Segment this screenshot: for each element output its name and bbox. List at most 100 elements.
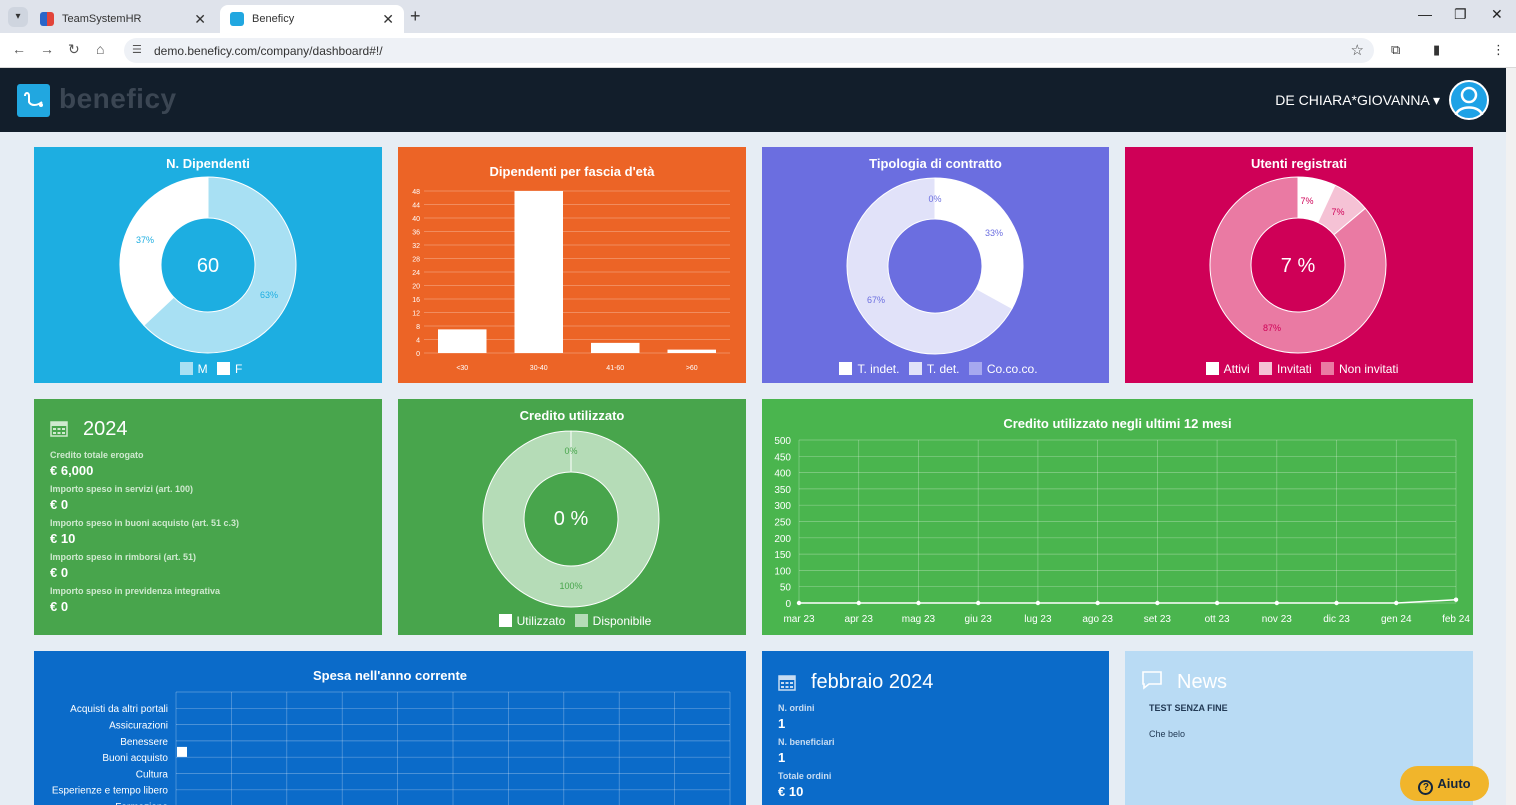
donut-slice-m[interactable]: [119, 176, 209, 326]
tab-search-button[interactable]: ▾: [8, 7, 28, 27]
x-tick-label: dic 23: [1323, 614, 1350, 625]
stat-label: Importo speso in rimborsi (art. 51): [50, 552, 197, 562]
page-scrollbar[interactable]: [1506, 68, 1516, 805]
slice-label: 7%: [1331, 207, 1344, 217]
stat-label: N. ordini: [778, 703, 815, 713]
year-title: 2024: [83, 418, 128, 440]
stat-value: € 0: [50, 599, 69, 614]
category-label: Esperienze e tempo libero: [52, 786, 169, 797]
slice-label: 0%: [564, 446, 577, 456]
bar[interactable]: [177, 746, 187, 757]
category-label: Cultura: [136, 769, 169, 780]
stat-label: Importo speso in previdenza integrativa: [50, 586, 221, 596]
legend-swatch: [1321, 362, 1334, 375]
data-point[interactable]: [856, 600, 861, 606]
legend-swatch: [1258, 362, 1272, 375]
back-icon[interactable]: ←: [12, 41, 26, 57]
bar[interactable]: [438, 329, 487, 353]
data-point[interactable]: [1334, 600, 1339, 606]
extensions-icon[interactable]: ⧉: [1391, 42, 1400, 58]
line-chart-credito: 0 50 100 150 200 250 300 350 400 450 500 mar 23 apr …: [774, 436, 1470, 625]
legend: T. indet. T. det. Co.co.co.: [762, 362, 1109, 376]
forward-icon[interactable]: →: [40, 41, 54, 57]
donut-dipendenti: 60 37% 63%: [119, 176, 297, 354]
user-menu[interactable]: DE CHIARA*GIOVANNA ▾: [1275, 92, 1440, 109]
restore-icon[interactable]: ❐: [1454, 6, 1467, 23]
x-tick-label: apr 23: [845, 614, 874, 625]
data-point[interactable]: [1214, 600, 1220, 606]
url-text: demo.beneficy.com/company/dashboard#!/: [154, 44, 383, 58]
y-tick-label: 300: [774, 501, 791, 512]
beneficy-logo-icon[interactable]: [17, 84, 50, 117]
data-point[interactable]: [1035, 600, 1041, 606]
help-label: Aiuto: [1437, 776, 1471, 791]
legend-swatch: [1205, 362, 1219, 375]
bar[interactable]: [591, 342, 640, 353]
site-info-icon[interactable]: ☰: [132, 43, 142, 56]
legend-swatch: [968, 362, 982, 375]
help-icon: ?: [1418, 780, 1434, 795]
close-tab-icon[interactable]: ✕: [194, 11, 206, 28]
card-contratto: Tipologia di contratto 0% 33% 67% T. ind…: [762, 147, 1109, 383]
legend-label: Co.co.co.: [986, 362, 1038, 376]
y-tick-label: 20: [412, 284, 420, 291]
x-tick-label: ago 23: [1082, 614, 1113, 625]
data-point[interactable]: [1394, 600, 1399, 606]
data-point[interactable]: [796, 600, 802, 606]
logo-text[interactable]: beneficy: [59, 83, 177, 115]
category-label: Buoni acquisto: [102, 753, 168, 764]
address-bar: ← → ↻ ⌂ ☰ demo.beneficy.com/company/dash…: [0, 33, 1516, 90]
legend-label: T. det.: [926, 362, 960, 376]
category-label: Acquisti da altri portali: [70, 704, 168, 715]
reload-icon[interactable]: ↻: [68, 41, 80, 58]
url-field[interactable]: ☰ demo.beneficy.com/company/dashboard#!/…: [124, 38, 1374, 63]
y-tick-label: 8: [416, 324, 420, 331]
new-tab-button[interactable]: +: [410, 6, 421, 27]
browser-tabbar: ▾ TeamSystemHR ✕ Beneficy ✕ + — ❐ ✕: [0, 0, 1516, 33]
news-headline[interactable]: TEST SENZA FINE: [1149, 703, 1228, 713]
sidebar-icon[interactable]: ▮: [1433, 42, 1440, 58]
y-tick-label: 16: [412, 297, 420, 304]
x-tick-label: mar 23: [783, 614, 815, 625]
legend-label: Attivi: [1223, 362, 1250, 376]
calendar-icon: [50, 419, 68, 442]
avatar[interactable]: [1449, 80, 1489, 120]
calendar-icon: [778, 673, 796, 696]
app-header: beneficy DE CHIARA*GIOVANNA ▾: [0, 68, 1506, 132]
tab-beneficy[interactable]: Beneficy ✕: [220, 5, 404, 33]
x-tick-label: 30-40: [530, 365, 548, 372]
x-tick-label: set 23: [1144, 614, 1172, 625]
home-icon[interactable]: ⌂: [96, 41, 104, 57]
data-point[interactable]: [1095, 600, 1100, 606]
minimize-icon[interactable]: —: [1418, 6, 1432, 22]
donut-slice-tdet[interactable]: [934, 177, 1024, 310]
bar[interactable]: [514, 191, 564, 353]
y-tick-label: 500: [774, 436, 791, 447]
stat-label: N. beneficiari: [778, 737, 835, 747]
data-point[interactable]: [1155, 600, 1160, 606]
y-tick-label: 12: [412, 311, 420, 318]
slice-label: 33%: [985, 228, 1003, 238]
teamsystem-favicon: [40, 12, 54, 26]
data-point[interactable]: [916, 600, 921, 606]
y-tick-label: 32: [412, 243, 420, 250]
y-tick-label: 24: [412, 270, 420, 277]
news-title: News: [1177, 671, 1228, 693]
x-tick-label: 41-60: [606, 365, 624, 372]
legend-swatch: [908, 362, 922, 375]
data-point[interactable]: [1453, 597, 1459, 602]
close-tab-icon[interactable]: ✕: [382, 11, 394, 28]
legend-swatch: [498, 614, 512, 627]
month-title: febbraio 2024: [811, 671, 934, 693]
x-tick-label: feb 24: [1442, 614, 1470, 625]
data-point[interactable]: [975, 600, 981, 606]
bookmark-star-icon[interactable]: ☆: [1351, 41, 1364, 59]
close-window-icon[interactable]: ✕: [1491, 6, 1503, 23]
x-tick-label: ott 23: [1205, 614, 1230, 625]
tab-teamsystemhr[interactable]: TeamSystemHR ✕: [30, 5, 216, 33]
card-dipendenti: N. Dipendenti 60 37% 63% M F: [34, 147, 382, 383]
help-button[interactable]: ? Aiuto: [1400, 766, 1489, 801]
data-point[interactable]: [1274, 600, 1280, 606]
menu-icon[interactable]: ⋮: [1492, 42, 1505, 58]
bar[interactable]: [667, 349, 717, 353]
